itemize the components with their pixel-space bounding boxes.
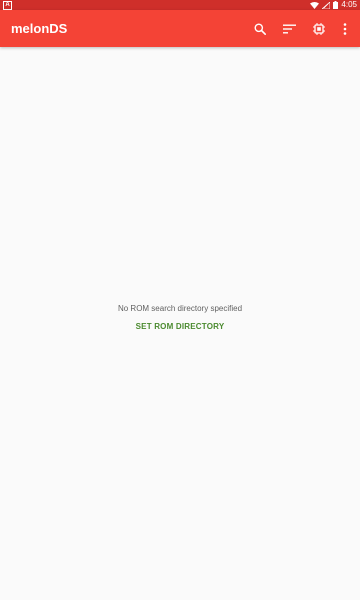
app-screen: A 4:05 melonDS No ROM search directory s… [0, 0, 360, 600]
signal-icon [322, 1, 331, 9]
more-vert-icon [343, 23, 347, 35]
app-notification-badge: A [3, 0, 12, 10]
set-rom-directory-button[interactable]: SET ROM DIRECTORY [132, 320, 229, 334]
bios-settings-button[interactable] [308, 18, 330, 40]
chip-icon [313, 23, 325, 35]
app-toolbar: melonDS [0, 10, 360, 47]
overflow-menu-button[interactable] [334, 18, 356, 40]
battery-icon [333, 1, 339, 9]
search-icon [254, 23, 266, 35]
search-button[interactable] [249, 18, 271, 40]
status-right: 4:05 [310, 0, 357, 10]
empty-state: No ROM search directory specified SET RO… [0, 303, 360, 334]
sort-button[interactable] [278, 18, 300, 40]
app-title: melonDS [11, 21, 68, 36]
sort-icon [282, 24, 296, 34]
wifi-icon [310, 1, 320, 9]
status-bar: A 4:05 [0, 0, 360, 10]
empty-state-message: No ROM search directory specified [117, 304, 243, 313]
status-time: 4:05 [341, 0, 357, 9]
status-left: A [3, 0, 12, 10]
